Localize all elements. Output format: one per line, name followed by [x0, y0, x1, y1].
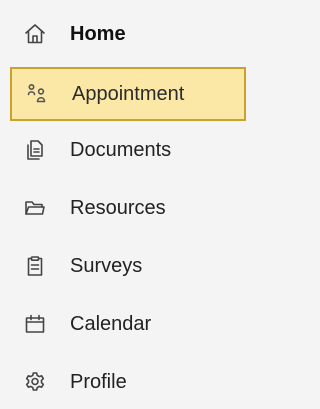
- nav-item-label: Home: [70, 22, 126, 45]
- nav-item-label: Profile: [70, 370, 127, 393]
- nav-item-label: Appointment: [72, 82, 185, 105]
- nav-item-label: Resources: [70, 196, 166, 219]
- nav-item-calendar[interactable]: Calendar: [10, 297, 246, 351]
- documents-icon: [22, 137, 48, 163]
- folder-icon: [22, 195, 48, 221]
- gear-icon: [22, 369, 48, 395]
- nav-item-label: Documents: [70, 138, 172, 161]
- nav-item-profile[interactable]: Profile: [10, 355, 246, 409]
- sidebar-nav: Home Appointment Documents Resources Sur…: [0, 0, 251, 404]
- calendar-icon: [22, 311, 48, 337]
- nav-item-appointment[interactable]: Appointment: [10, 67, 246, 121]
- nav-item-label: Calendar: [70, 312, 152, 335]
- home-icon: [22, 21, 48, 47]
- nav-item-home[interactable]: Home: [10, 7, 246, 61]
- nav-item-label: Surveys: [70, 254, 143, 277]
- people-icon: [24, 81, 50, 107]
- nav-item-surveys[interactable]: Surveys: [10, 239, 246, 293]
- clipboard-icon: [22, 253, 48, 279]
- nav-item-resources[interactable]: Resources: [10, 181, 246, 235]
- nav-item-documents[interactable]: Documents: [10, 123, 246, 177]
